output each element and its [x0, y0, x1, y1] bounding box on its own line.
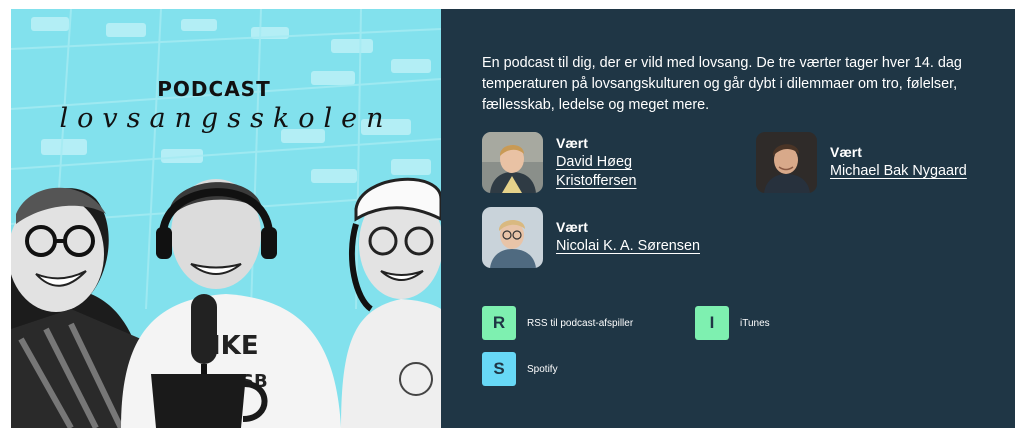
- spotify-icon: S: [482, 352, 516, 386]
- svg-text:IKE: IKE: [211, 331, 259, 361]
- rss-icon: R: [482, 306, 516, 340]
- cover-illustration: IKE SB: [11, 9, 441, 428]
- spotify-label: Spotify: [527, 363, 558, 375]
- host-avatar: [756, 132, 817, 193]
- podcast-description: En podcast til dig, der er vild med lovs…: [482, 55, 962, 113]
- host-avatar: [482, 207, 543, 268]
- podcast-card: IKE SB PODCAST lovsangsskolen En podcast…: [11, 9, 1015, 428]
- rss-subscribe-link[interactable]: R RSS til podcast-afspiller: [482, 306, 633, 340]
- host-photo-icon: [482, 132, 543, 193]
- host-role: Vært: [830, 144, 862, 160]
- host-photo-icon: [756, 132, 817, 193]
- host-card: Vært David Høeg Kristoffersen: [482, 132, 666, 193]
- host-card: Vært Michael Bak Nygaard: [756, 132, 967, 193]
- host-name-link[interactable]: Michael Bak Nygaard: [830, 162, 967, 181]
- spotify-subscribe-link[interactable]: S Spotify: [482, 352, 558, 386]
- host-role: Vært: [556, 219, 588, 235]
- rss-label: RSS til podcast-afspiller: [527, 317, 634, 329]
- podcast-cover-art: IKE SB PODCAST lovsangsskolen: [11, 9, 441, 428]
- host-name-link[interactable]: Nicolai K. A. Sørensen: [556, 237, 700, 256]
- host-avatar: [482, 132, 543, 193]
- itunes-subscribe-link[interactable]: I iTunes: [695, 306, 770, 340]
- host-name-link[interactable]: David Høeg Kristoffersen: [556, 153, 666, 191]
- cover-title: PODCAST lovsangsskolen: [11, 77, 441, 134]
- itunes-label: iTunes: [740, 317, 770, 329]
- podcast-info-panel: En podcast til dig, der er vild med lovs…: [441, 9, 1015, 428]
- cover-show-name: lovsangsskolen: [59, 103, 393, 134]
- itunes-icon: I: [695, 306, 729, 340]
- cover-podcast-label: PODCAST: [157, 77, 271, 101]
- host-card: Vært Nicolai K. A. Sørensen: [482, 207, 700, 268]
- host-photo-icon: [482, 207, 543, 268]
- host-role: Vært: [556, 134, 588, 151]
